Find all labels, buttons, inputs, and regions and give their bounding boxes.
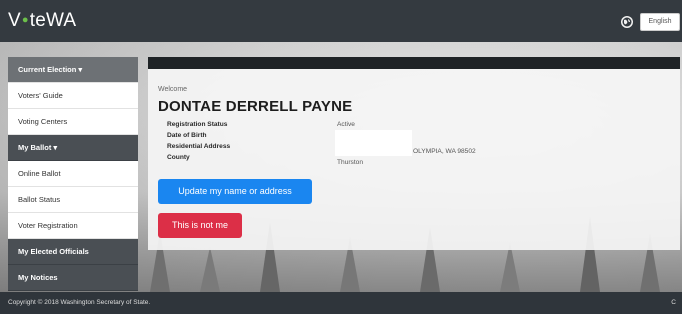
sidebar-item-voter-registration[interactable]: Voter Registration	[8, 213, 138, 239]
logo-text-end: teWA	[29, 10, 77, 31]
not-me-button[interactable]: This is not me	[158, 213, 242, 238]
sidebar-item-my-notices[interactable]: My Notices	[8, 265, 138, 291]
logo-text-start: V	[8, 10, 21, 31]
sidebar-item-voters-guide[interactable]: Voters' Guide	[8, 83, 138, 109]
registration-status-value: Active	[337, 121, 355, 128]
redacted-info-block	[335, 130, 412, 156]
residential-address-value: OLYMPIA, WA 98502	[413, 148, 476, 155]
top-navbar: V●teWA English	[0, 0, 682, 42]
county-value: Thurston	[337, 159, 364, 166]
page-footer: Copyright © 2018 Washington Secretary of…	[0, 292, 682, 314]
sidebar-item-current-election[interactable]: Current Election ▾	[8, 57, 138, 83]
update-name-address-button[interactable]: Update my name or address	[158, 179, 312, 204]
language-select[interactable]: English	[640, 13, 680, 31]
welcome-label: Welcome	[158, 86, 188, 93]
sidebar-item-my-elected-officials[interactable]: My Elected Officials	[8, 239, 138, 265]
sidebar-item-voting-centers[interactable]: Voting Centers	[8, 109, 138, 135]
county-label: County	[167, 154, 190, 161]
sidebar-item-ballot-status[interactable]: Ballot Status	[8, 187, 138, 213]
voter-name: DONTAE DERRELL PAYNE	[158, 98, 353, 115]
card-header-strip	[148, 57, 680, 69]
globe-icon[interactable]	[621, 16, 633, 28]
sidebar-nav: Current Election ▾ Voters' Guide Voting …	[8, 57, 138, 292]
copyright-text: Copyright © 2018 Washington Secretary of…	[8, 299, 151, 306]
registration-status-label: Registration Status	[167, 121, 228, 128]
voter-info-card: Welcome DONTAE DERRELL PAYNE Registratio…	[148, 69, 680, 250]
residential-address-label: Residential Address	[167, 143, 231, 150]
sidebar-item-my-ballot[interactable]: My Ballot ▾	[8, 135, 138, 161]
date-of-birth-label: Date of Birth	[167, 132, 207, 139]
logo-check-dot: ●	[21, 14, 29, 26]
votewa-logo[interactable]: V●teWA	[8, 10, 76, 32]
footer-right-text: C	[671, 299, 676, 306]
sidebar-item-online-ballot[interactable]: Online Ballot	[8, 161, 138, 187]
tree-shape	[200, 247, 220, 292]
